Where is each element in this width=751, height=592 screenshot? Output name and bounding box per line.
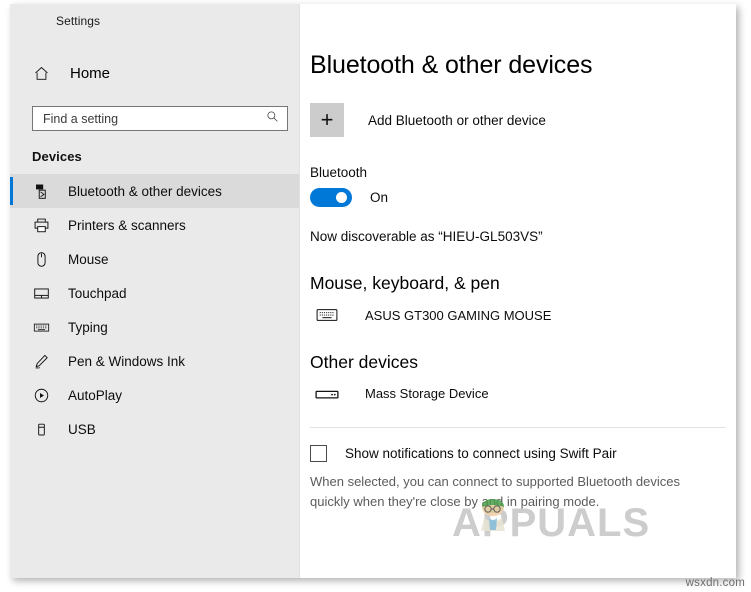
selection-indicator <box>10 177 13 205</box>
swift-pair-checkbox[interactable] <box>310 445 327 462</box>
autoplay-icon <box>28 387 54 404</box>
sidebar-item-label: Mouse <box>68 251 109 267</box>
sidebar-item-label: AutoPlay <box>68 387 123 403</box>
sidebar-item-home[interactable]: Home <box>10 57 299 89</box>
device-list-item[interactable]: ASUS GT300 GAMING MOUSE <box>310 307 736 323</box>
sidebar-item-label: Touchpad <box>68 285 127 301</box>
keyboard-device-icon <box>310 307 344 323</box>
selection-indicator <box>10 347 13 375</box>
selection-indicator <box>10 415 13 443</box>
sidebar-item-mouse[interactable]: Mouse <box>10 242 299 276</box>
keyboard-icon <box>28 319 54 336</box>
group-title-other-devices: Other devices <box>310 352 418 372</box>
plus-glyph: + <box>320 107 334 132</box>
printer-icon <box>28 217 54 234</box>
bluetooth-toggle-state: On <box>370 190 389 205</box>
bluetooth-toggle[interactable] <box>310 188 352 207</box>
sidebar-item-printers-scanners[interactable]: Printers & scanners <box>10 208 299 242</box>
mass-storage-icon <box>310 387 344 401</box>
search-input[interactable] <box>33 107 287 130</box>
sidebar-item-label: Printers & scanners <box>68 217 186 233</box>
page-title: Bluetooth & other devices <box>310 51 593 79</box>
home-icon <box>28 66 54 81</box>
swift-pair-row: Show notifications to connect using Swif… <box>310 445 736 462</box>
selection-indicator <box>10 279 13 307</box>
usb-icon <box>28 421 54 438</box>
swift-pair-description: When selected, you can connect to suppor… <box>310 474 681 509</box>
main-content: Bluetooth & other devices + Add Bluetoot… <box>300 4 736 578</box>
selection-indicator <box>10 211 13 239</box>
sidebar-item-typing[interactable]: Typing <box>10 310 299 344</box>
sidebar-item-touchpad[interactable]: Touchpad <box>10 276 299 310</box>
sidebar-item-bluetooth-other-devices[interactable]: Bluetooth & other devices <box>10 174 299 208</box>
settings-window: Settings Home Devices <box>10 4 736 578</box>
swift-pair-label: Show notifications to connect using Swif… <box>345 446 617 461</box>
sidebar-item-pen-windows-ink[interactable]: Pen & Windows Ink <box>10 344 299 378</box>
search-box[interactable] <box>32 106 288 131</box>
device-name: Mass Storage Device <box>365 386 489 401</box>
plus-icon: + <box>310 103 344 137</box>
selection-indicator <box>10 313 13 341</box>
sidebar: Settings Home Devices <box>10 4 300 578</box>
bluetooth-label: Bluetooth <box>310 165 368 180</box>
device-list-item[interactable]: Mass Storage Device <box>310 386 736 401</box>
selection-indicator <box>10 381 13 409</box>
sidebar-item-home-label: Home <box>70 64 111 82</box>
mouse-icon <box>28 251 54 268</box>
sidebar-item-label: Typing <box>68 319 108 335</box>
title-bar: Settings <box>10 4 299 38</box>
group-title-mouse-keyboard-pen: Mouse, keyboard, & pen <box>310 273 500 293</box>
sidebar-item-label: USB <box>68 421 96 437</box>
touchpad-icon <box>28 285 54 302</box>
sidebar-nav-list: Bluetooth & other devices Printers & sca… <box>10 174 299 446</box>
sidebar-item-autoplay[interactable]: AutoPlay <box>10 378 299 412</box>
sidebar-item-label: Bluetooth & other devices <box>68 183 222 199</box>
sidebar-item-usb[interactable]: USB <box>10 412 299 446</box>
bluetooth-toggle-row: On <box>310 188 736 207</box>
sidebar-item-label: Pen & Windows Ink <box>68 353 186 369</box>
corner-credit: wsxdn.com <box>685 577 745 589</box>
add-device-label: Add Bluetooth or other device <box>368 112 546 128</box>
sidebar-section-heading: Devices <box>32 149 82 164</box>
device-name: ASUS GT300 GAMING MOUSE <box>365 307 552 323</box>
selection-indicator <box>10 245 13 273</box>
bluetooth-devices-icon <box>28 183 54 200</box>
add-device-button[interactable]: + Add Bluetooth or other device <box>310 103 736 137</box>
window-title: Settings <box>56 14 101 28</box>
section-divider <box>310 427 726 428</box>
pen-icon <box>28 353 54 370</box>
toggle-knob <box>336 192 347 203</box>
discoverable-text: Now discoverable as “HIEU-GL503VS” <box>310 229 543 244</box>
